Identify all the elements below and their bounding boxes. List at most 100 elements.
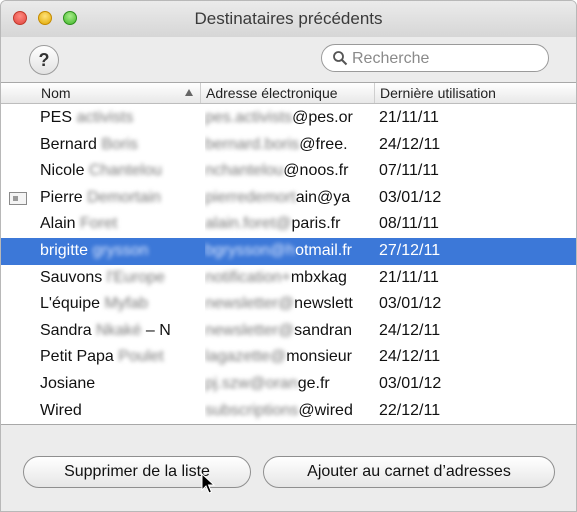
email-redacted: newsletter@	[205, 295, 295, 313]
first-name: Sauvons	[40, 268, 103, 286]
email-redacted: pj.szw@oran	[205, 374, 298, 392]
email-visible: otmail.fr	[295, 241, 352, 259]
email-redacted: subscriptions	[205, 401, 299, 419]
email-visible: @wired	[298, 401, 353, 419]
recipient-email: subscriptions@wired	[205, 398, 373, 425]
recipient-email: newsletter@newslett	[205, 291, 373, 318]
last-name-redacted: Poulet	[118, 348, 164, 366]
last-used-date: 21/11/11	[379, 268, 439, 286]
recipient-name: Bernard Boris	[40, 132, 199, 159]
first-name: Wired	[40, 401, 82, 419]
recipient-name: Nicole Chantelou	[40, 158, 199, 185]
sort-ascending-icon	[185, 89, 193, 96]
last-name-redacted: Myfab	[104, 295, 149, 313]
email-visible: paris.fr	[291, 215, 341, 233]
table-row[interactable]: L'équipe Myfab newsletter@newslett 03/01/1…	[1, 291, 576, 318]
first-name: Bernard	[40, 135, 97, 153]
title-bar: Destinataires précédents	[1, 1, 576, 37]
recipient-name: brigitte grysson	[40, 238, 199, 265]
name-suffix: – N	[145, 321, 171, 339]
recipient-name: Josiane	[40, 371, 199, 398]
email-visible: sandran	[294, 321, 352, 339]
table-row[interactable]: Sauvons l'Europe notification+mbxkag 21/11…	[1, 265, 576, 292]
first-name: Nicole	[40, 162, 85, 180]
recipient-email: alain.foret@paris.fr	[205, 211, 373, 238]
email-redacted: lagazette@	[205, 348, 287, 366]
last-name-redacted: activists	[76, 109, 134, 126]
search-input[interactable]	[350, 48, 544, 70]
last-name-redacted: Chantelou	[88, 162, 162, 180]
recipients-table: Nom Adresse électronique Dernière utilis…	[1, 82, 576, 425]
first-name: L'équipe	[40, 295, 100, 313]
window-title: Destinataires précédents	[194, 9, 383, 28]
recipient-name: Pierre Demortain	[40, 185, 199, 212]
recipient-name: Sandra Nkaké – N	[40, 318, 199, 345]
recipient-name: Alain Foret	[40, 211, 199, 238]
last-used-date: 08/11/11	[379, 215, 439, 233]
previous-recipients-window: Destinataires précédents ? Nom Adresse é…	[0, 0, 577, 512]
last-used-date: 24/12/11	[379, 321, 441, 339]
email-redacted: bgrysson@h	[205, 241, 296, 259]
recipient-name: PES activists	[40, 105, 199, 132]
last-used-date: 21/11/11	[379, 109, 439, 126]
email-visible: ain@ya	[295, 188, 351, 206]
recipient-name: Petit Papa Poulet	[40, 344, 199, 371]
recipient-email: bernard.boris@free.	[205, 132, 373, 159]
recipient-email: bgrysson@hotmail.fr	[205, 238, 373, 265]
email-redacted: bernard.boris	[205, 135, 300, 153]
first-name: Alain	[40, 215, 76, 233]
table-row[interactable]: Josiane pj.szw@orange.fr 03/01/12	[1, 371, 576, 398]
first-name: PES	[40, 109, 73, 126]
table-row[interactable]: Bernard Boris bernard.boris@free. 24/12/11	[1, 132, 576, 159]
first-name: Pierre	[40, 188, 83, 206]
email-redacted: pierredemort	[205, 188, 296, 206]
last-name-redacted: l'Europe	[106, 268, 165, 286]
last-used-date: 24/12/11	[379, 348, 441, 366]
table-row[interactable]: Alain Foret alain.foret@paris.fr 08/11/11	[1, 211, 576, 238]
last-used-date: 07/11/11	[379, 162, 439, 180]
last-name-redacted: grysson	[92, 241, 149, 259]
first-name: Petit Papa	[40, 348, 114, 366]
last-used-date: 22/12/11	[379, 401, 441, 419]
recipient-name: Wired	[40, 398, 199, 425]
last-used-date: 24/12/11	[379, 135, 441, 153]
recipient-email: lagazette@monsieur	[205, 344, 373, 371]
recipient-email: nchantelou@noos.fr	[205, 158, 373, 185]
recipient-email: pierredemortain@ya	[205, 185, 373, 212]
column-header-name[interactable]: Nom	[36, 83, 201, 103]
first-name: brigitte	[40, 241, 89, 259]
table-header: Nom Adresse électronique Dernière utilis…	[1, 83, 576, 104]
email-visible: newslett	[294, 295, 353, 313]
recipient-email: pes.activists@pes.or	[205, 105, 373, 132]
magnifier-icon	[333, 51, 348, 66]
table-rows: PES activists pes.activists@pes.or 21/11/1…	[1, 105, 576, 425]
recipient-name: Sauvons l'Europe	[40, 265, 199, 292]
table-row[interactable]: Pierre Demortain pierredemortain@ya 03/01/…	[1, 185, 576, 212]
table-row[interactable]: Petit Papa Poulet lagazette@monsieur 24/12…	[1, 344, 576, 371]
help-button[interactable]: ?	[29, 45, 59, 75]
email-redacted: alain.foret@	[205, 215, 292, 233]
recipient-email: newsletter@sandran	[205, 318, 373, 345]
column-header-name-label: Nom	[41, 85, 71, 101]
email-redacted: notification+	[205, 268, 291, 286]
column-header-email[interactable]: Adresse électronique	[201, 83, 375, 103]
column-header-last-used[interactable]: Dernière utilisation	[375, 83, 576, 103]
table-row[interactable]: PES activists pes.activists@pes.or 21/11/1…	[1, 105, 576, 132]
table-row[interactable]: Nicole Chantelou nchantelou@noos.fr 07/11/…	[1, 158, 576, 185]
email-visible: @noos.fr	[283, 162, 349, 180]
last-name-redacted: Boris	[101, 135, 138, 153]
table-row[interactable]: Wired subscriptions@wired 22/12/11	[1, 398, 576, 425]
table-row[interactable]: brigitte grysson bgrysson@hotmail.fr 27/12…	[1, 237, 576, 265]
add-to-address-book-button[interactable]: Ajouter au carnet d’adresses	[263, 456, 555, 488]
recipient-email: pj.szw@orange.fr	[205, 371, 373, 398]
last-name-redacted: Demortain	[87, 188, 161, 206]
email-redacted: newsletter@	[205, 321, 295, 339]
contact-card-icon	[9, 191, 27, 205]
email-redacted: nchantelou	[205, 162, 284, 180]
table-row[interactable]: Sandra Nkaké – Nnewsletter@sandran 24/12/…	[1, 318, 576, 345]
last-used-date: 27/12/11	[379, 241, 441, 259]
email-visible: @free.	[299, 135, 348, 153]
last-name-redacted: Foret	[80, 215, 118, 233]
search-field[interactable]	[321, 44, 549, 72]
last-name-redacted: Nkaké	[96, 321, 142, 339]
